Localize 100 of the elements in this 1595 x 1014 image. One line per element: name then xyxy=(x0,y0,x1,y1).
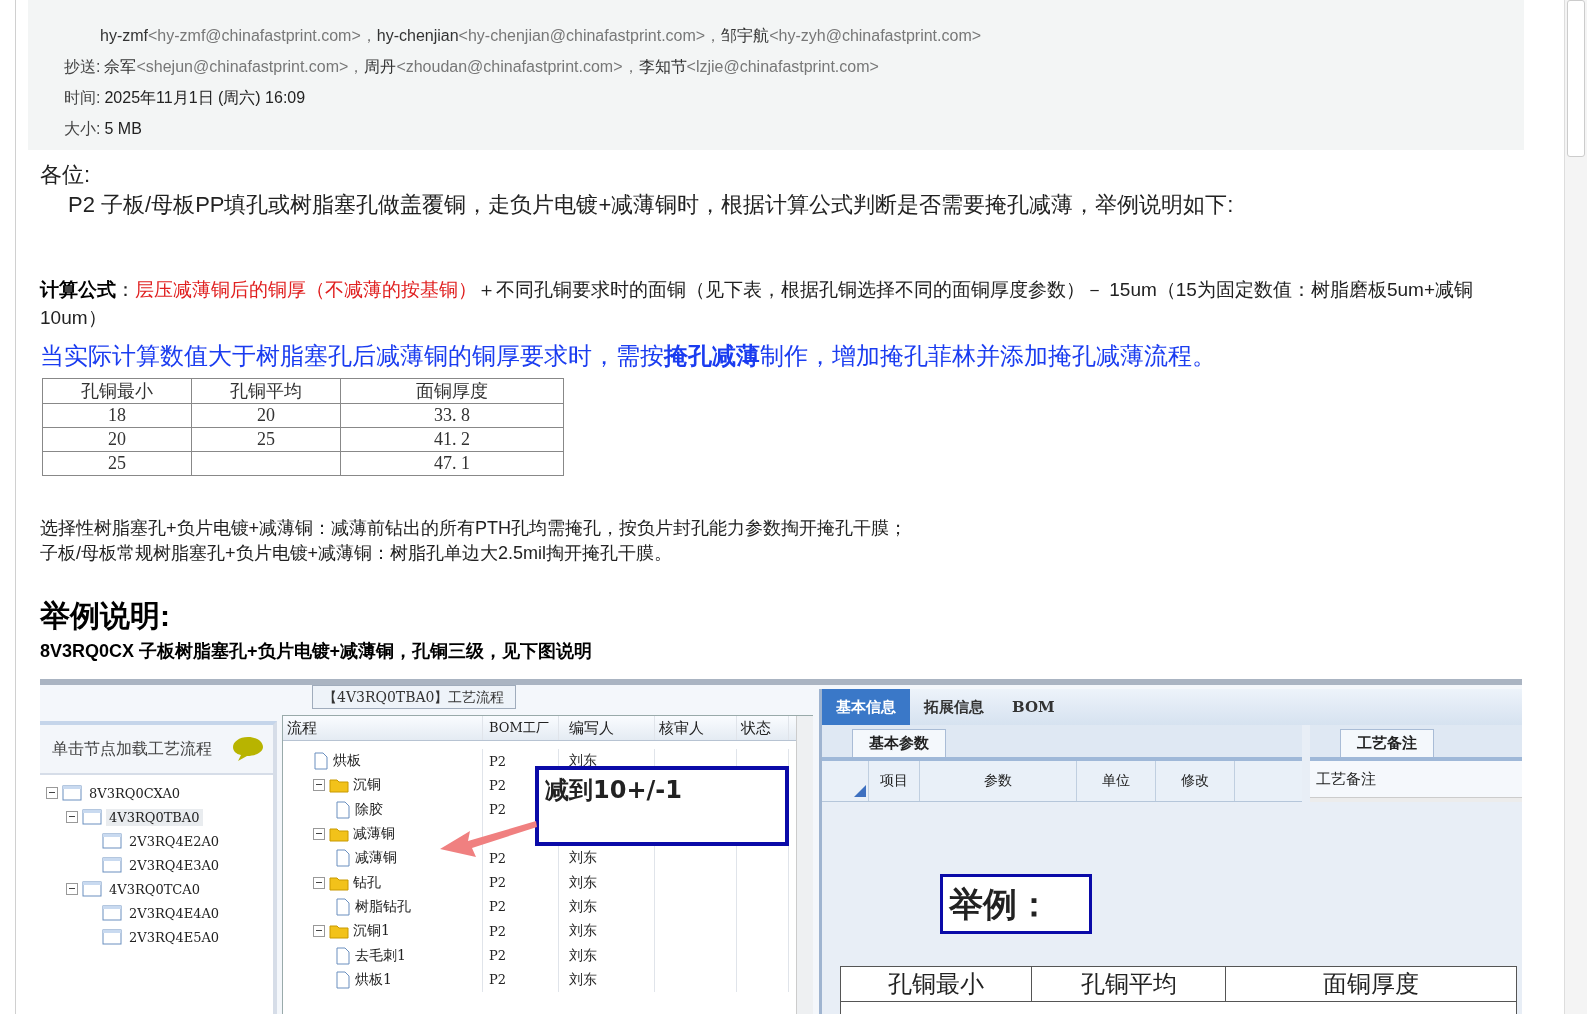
file-icon xyxy=(335,897,351,916)
table-cell: P2 xyxy=(489,899,507,915)
window-icon xyxy=(102,929,122,945)
table-header: 孔铜最小 xyxy=(42,378,192,404)
process-name[interactable]: 沉铜 xyxy=(353,776,381,795)
notes-label: 工艺备注 xyxy=(1310,757,1522,798)
window-icon xyxy=(62,785,82,801)
tree-item[interactable]: 4V3RQ0TCA0 xyxy=(106,880,203,898)
table-cell: 刘东 xyxy=(569,922,597,941)
expander-icon[interactable] xyxy=(313,925,325,938)
table-cell: P2 xyxy=(489,753,507,769)
process-name[interactable]: 去毛刺1 xyxy=(355,946,406,965)
column-header[interactable]: 项目 xyxy=(869,761,920,801)
panel-tab[interactable]: 基本参数 xyxy=(852,729,946,757)
recipient[interactable]: 佘军<shejun@chinafastprint.com>， xyxy=(104,58,365,75)
table-cell: P2 xyxy=(489,777,507,793)
tab[interactable]: 基本信息 xyxy=(822,689,910,725)
field-value: 5 MB xyxy=(104,120,142,137)
section-subheading: 8V3RQ0CX 子板树脂塞孔+负片电镀+减薄铜，孔铜三级，见下图说明 xyxy=(40,640,594,663)
tab[interactable]: BOM xyxy=(998,689,1069,725)
process-name[interactable]: 钻孔 xyxy=(353,873,381,892)
expander-icon[interactable] xyxy=(313,779,325,792)
table-cell: 刘东 xyxy=(569,849,597,868)
column-header[interactable]: 修改 xyxy=(1156,761,1235,801)
table-cell: 刘东 xyxy=(569,873,597,892)
file-icon xyxy=(335,946,351,965)
table-cell: 刘东 xyxy=(569,946,597,965)
tree-item[interactable]: 2V3RQ4E2A0 xyxy=(126,832,223,850)
field-value: 2025年11月1日 (周六) 16:09 xyxy=(104,89,306,106)
tree-item[interactable]: 2V3RQ4E3A0 xyxy=(126,856,223,874)
recipient[interactable]: 李知节<lzjie@chinafastprint.com> xyxy=(638,58,879,75)
cc-label: 抄送: xyxy=(64,58,101,75)
file-icon xyxy=(313,752,329,771)
window-icon xyxy=(82,881,102,897)
window-icon xyxy=(102,905,122,921)
table-cell: 刘东 xyxy=(569,970,597,989)
recipient[interactable]: 邹宇航<hy-zyh@chinafastprint.com> xyxy=(721,27,982,44)
column-header[interactable]: 参数 xyxy=(920,761,1077,801)
expander-icon[interactable] xyxy=(313,828,325,841)
table-cell: P2 xyxy=(489,972,507,988)
speech-bubble-icon xyxy=(231,735,265,763)
folder-icon xyxy=(329,874,349,891)
tree-item[interactable]: 4V3RQ0TBA0 xyxy=(106,808,203,826)
window-icon xyxy=(102,857,122,873)
table-cell: P2 xyxy=(489,850,507,866)
column-header[interactable]: 状态 xyxy=(737,716,789,740)
folder-icon xyxy=(329,923,349,940)
column-header[interactable]: 流程 xyxy=(283,716,483,740)
scrollbar-thumb[interactable] xyxy=(1567,0,1585,157)
table-header: 面铜厚度 xyxy=(1226,967,1516,1002)
process-name[interactable]: 除胶 xyxy=(355,800,383,819)
process-name[interactable]: 减薄铜 xyxy=(353,825,395,844)
expander-icon[interactable] xyxy=(66,883,78,895)
folder-icon xyxy=(329,826,349,843)
file-icon xyxy=(335,800,351,819)
scrollbar[interactable] xyxy=(796,716,813,1014)
table-cell: 25 xyxy=(191,427,341,452)
table-cell: P2 xyxy=(489,875,507,891)
table-cell: 41. 2 xyxy=(340,427,564,452)
greeting: 各位: xyxy=(40,161,92,189)
table-header: 孔铜平均 xyxy=(1032,967,1226,1002)
process-name[interactable]: 烘板1 xyxy=(355,970,392,989)
recipient[interactable]: 周丹<zhoudan@chinafastprint.com>， xyxy=(364,58,639,75)
file-icon xyxy=(335,970,351,989)
column-header[interactable]: 核审人 xyxy=(655,716,737,740)
note-text: 子板/母板常规树脂塞孔+负片电镀+减薄铜：树脂孔单边大2.5mil掏开掩孔干膜。 xyxy=(40,542,674,565)
process-name[interactable]: 烘板 xyxy=(333,752,361,771)
table-header: 面铜厚度 xyxy=(340,378,564,404)
tab[interactable]: 拓展信息 xyxy=(910,689,998,725)
column-header[interactable]: 编写人 xyxy=(559,716,655,740)
expander-icon[interactable] xyxy=(46,787,58,799)
field-label: 大小: xyxy=(64,120,101,137)
column-header[interactable]: 单位 xyxy=(1077,761,1156,801)
window-icon xyxy=(82,809,102,825)
column-header[interactable]: BOM工厂 xyxy=(483,716,559,740)
table-cell: 47. 1 xyxy=(340,451,564,476)
callout-box: 减到10+/-1 xyxy=(535,766,789,846)
recipient[interactable]: hy-chenjian<hy-chenjian@chinafastprint.com>， xyxy=(376,27,722,44)
hint-text: 单击节点加载工艺流程 xyxy=(52,738,212,760)
recipient[interactable]: hy-zmf<hy-zmf@chinafastprint.com>， xyxy=(100,27,377,44)
panel-tab[interactable]: 工艺备注 xyxy=(1340,729,1434,757)
tree-item[interactable]: 2V3RQ4E4A0 xyxy=(126,904,223,922)
process-name[interactable]: 减薄铜 xyxy=(355,849,397,868)
tree-item[interactable]: 2V3RQ4E5A0 xyxy=(126,928,223,946)
expander-icon[interactable] xyxy=(66,811,78,823)
intro-text: P2 子板/母板PP填孔或树脂塞孔做盖覆铜，走负片电镀+减薄铜时，根据计算公式判断是否需要掩孔减薄，举例说明如下: xyxy=(67,191,1235,219)
table-header: 孔铜平均 xyxy=(191,378,341,404)
expander-icon[interactable] xyxy=(313,876,325,889)
table-cell: 33. 8 xyxy=(340,403,564,428)
window-title: 【4V3RQ0TBA0】工艺流程 xyxy=(312,685,516,709)
process-name[interactable]: 沉铜1 xyxy=(353,922,390,941)
folder-icon xyxy=(329,777,349,794)
window-icon xyxy=(102,833,122,849)
tree-item[interactable]: 8V3RQ0CXA0 xyxy=(86,784,184,802)
file-icon xyxy=(335,849,351,868)
field-label: 时间: xyxy=(64,89,101,106)
table-cell: P2 xyxy=(489,802,507,818)
table-cell: 20 xyxy=(191,403,341,428)
formula-text: 计算公式：层压减薄铜后的铜厚（不减薄的按基铜）＋不同孔铜要求时的面铜（见下表，根据孔铜选择不同的面铜厚度参数）－ 15um（15为固定数值：树脂磨板5um+减铜10um） xyxy=(40,278,1474,330)
process-name[interactable]: 树脂钻孔 xyxy=(355,897,411,916)
